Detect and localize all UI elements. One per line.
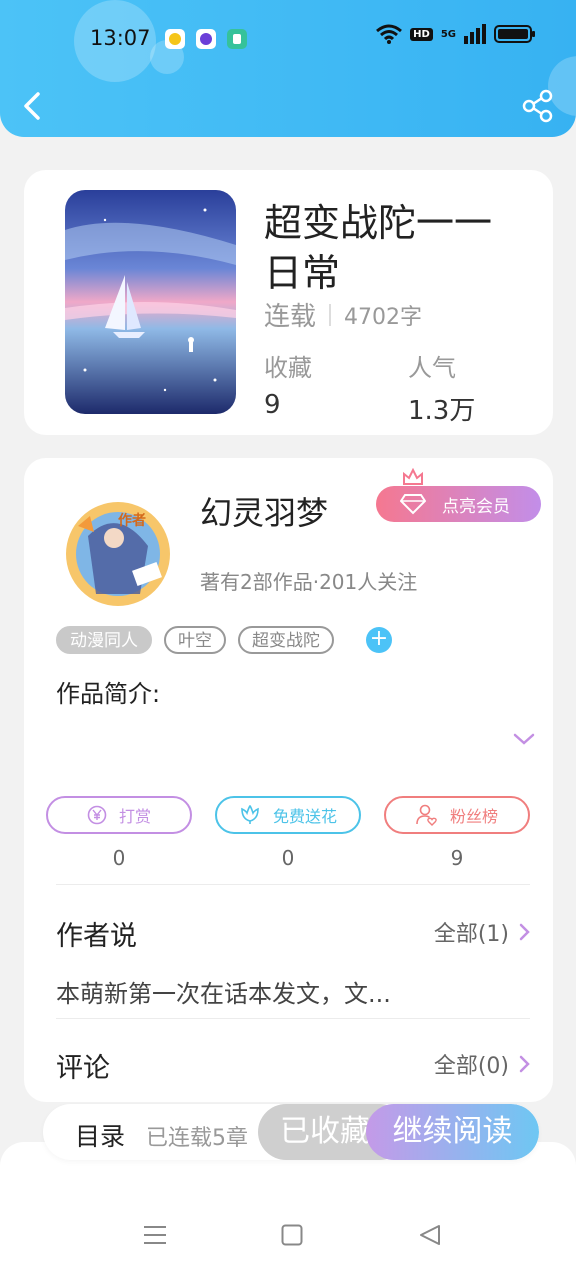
back-triangle-icon[interactable]: [418, 1224, 442, 1246]
favorites-value: 9: [264, 390, 281, 420]
tag[interactable]: 叶空: [164, 626, 226, 654]
reading-action-bar: 目录 已连载5章 已收藏 继续阅读: [43, 1104, 539, 1160]
flower-count: 0: [281, 846, 295, 870]
bottom-sheet: [0, 1142, 576, 1280]
flower-icon: [241, 805, 259, 824]
tag[interactable]: 超变战陀: [238, 626, 334, 654]
purple-app-icon: [196, 29, 216, 49]
status-icons: HD 5G: [376, 24, 535, 44]
header: 13:07 HD 5G: [0, 0, 576, 137]
author-card: 作者 幻灵羽梦 点亮会员 著有2部作品·201人关注 动漫同人 叶空 超变战陀 …: [24, 458, 553, 1102]
signal-icon: [464, 24, 486, 44]
tag-list: 动漫同人 叶空 超变战陀 +: [56, 626, 392, 654]
hd-badge: HD: [410, 27, 433, 41]
tag[interactable]: 动漫同人: [56, 626, 152, 654]
divider: [56, 1018, 530, 1019]
cover-illustration: [65, 190, 236, 414]
battery-icon: [494, 25, 535, 43]
diamond-icon: [400, 494, 426, 515]
divider: [56, 884, 530, 885]
comments-title: 评论: [56, 1053, 110, 1084]
wifi-icon: [376, 24, 403, 44]
book-info-card: 超变战陀一一日常 连载 4702字 收藏 9 人气 1.3万: [24, 170, 553, 435]
menu-icon[interactable]: [143, 1224, 167, 1246]
fan-ranking-button[interactable]: 粉丝榜: [384, 796, 530, 834]
send-flower-button[interactable]: 免费送花: [215, 796, 361, 834]
home-square-icon[interactable]: [281, 1224, 303, 1246]
fan-ranking-label: 粉丝榜: [449, 807, 498, 826]
book-meta: 连载 4702字: [264, 296, 422, 333]
yen-coin-icon: [87, 805, 107, 825]
qq-app-icon: [165, 29, 185, 49]
chapters-count: 已连载5章: [146, 1126, 248, 1151]
reward-count: 0: [112, 846, 126, 870]
green-shield-app-icon: [227, 29, 247, 49]
avatar-badge: 作者: [118, 513, 146, 529]
crown-icon: [403, 468, 423, 485]
intro-label: 作品简介:: [56, 680, 161, 708]
reward-button[interactable]: 打赏: [46, 796, 192, 834]
chevron-right-icon: [519, 923, 530, 941]
author-says-all-label: 全部(1): [433, 922, 509, 947]
popularity-label: 人气: [408, 354, 456, 382]
chevron-left-icon[interactable]: [16, 88, 48, 124]
network-label: 5G: [440, 28, 456, 40]
favorites-label: 收藏: [264, 354, 312, 382]
meta-divider: [329, 303, 332, 326]
add-tag-button[interactable]: +: [366, 627, 392, 653]
share-icon[interactable]: [520, 88, 556, 124]
chevron-right-icon: [519, 1055, 530, 1073]
avatar-illustration: [48, 496, 186, 608]
fan-count: 9: [450, 846, 464, 870]
vip-label: 点亮会员: [442, 496, 510, 517]
author-stats: 著有2部作品·201人关注: [200, 570, 418, 594]
comments-all-label: 全部(0): [433, 1054, 509, 1079]
chevron-down-icon[interactable]: [513, 732, 535, 746]
comments-all-link[interactable]: 全部(0): [434, 1048, 531, 1080]
author-name: 幻灵羽梦: [200, 494, 329, 532]
author-avatar[interactable]: 作者: [48, 496, 186, 608]
vip-button[interactable]: 点亮会员: [376, 468, 541, 522]
reward-label: 打赏: [118, 807, 151, 826]
author-says-all-link[interactable]: 全部(1): [434, 916, 531, 948]
status-time: 13:07: [90, 26, 151, 50]
author-says-title: 作者说: [56, 921, 137, 952]
continue-reading-button[interactable]: 继续阅读: [366, 1104, 539, 1160]
user-heart-icon: [416, 804, 437, 826]
author-says-preview[interactable]: 本萌新第一次在话本发文，文...: [56, 974, 391, 1009]
send-flower-label: 免费送花: [272, 807, 337, 826]
popularity-value: 1.3万: [408, 396, 476, 426]
catalog-button[interactable]: 目录: [75, 1117, 125, 1153]
book-title: 超变战陀一一日常: [264, 201, 493, 295]
word-count: 4702字: [344, 304, 423, 330]
serial-status: 连载: [264, 302, 317, 332]
book-cover[interactable]: [65, 190, 236, 414]
